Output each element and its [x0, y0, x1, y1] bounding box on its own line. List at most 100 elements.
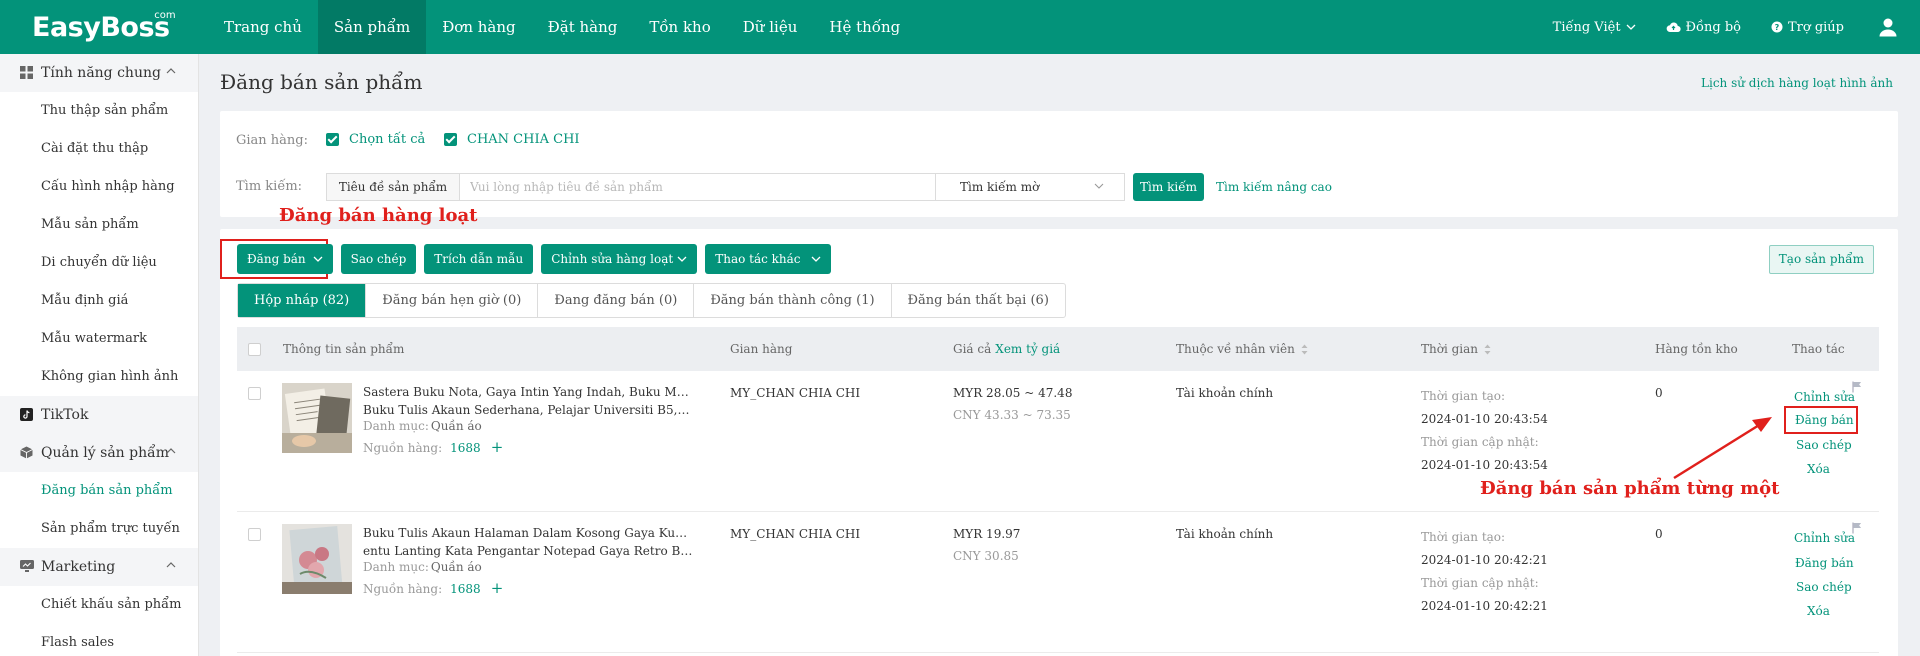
copy-link[interactable]: Sao chép: [1796, 580, 1852, 594]
created-time: 2024-01-10 20:42:21: [1421, 553, 1548, 567]
language-selector[interactable]: Tiếng Việt: [1553, 20, 1636, 35]
view-exchange-rate-link[interactable]: Xem tỷ giá: [995, 342, 1060, 356]
shop-name: MY_CHAN CHIA CHI: [730, 527, 861, 541]
sidebar-group-tiktok[interactable]: TikTok: [0, 396, 198, 434]
sidebar-item-flash-sales[interactable]: Flash sales: [0, 624, 198, 656]
product-title[interactable]: Sastera Buku Nota, Gaya Intin Yang Indah…: [363, 383, 693, 419]
sort-icon[interactable]: [1301, 344, 1308, 355]
advanced-search-link[interactable]: Tìm kiếm nâng cao: [1216, 173, 1332, 201]
filter-panel: Gian hàng: Chọn tất cả CHAN CHIA CHI Tìm…: [220, 111, 1898, 217]
add-source-icon[interactable]: +: [491, 438, 504, 456]
notebook-photo-icon: [282, 383, 352, 453]
nav-inventory[interactable]: Tồn kho: [633, 0, 726, 54]
source-link[interactable]: 1688: [450, 582, 481, 596]
notebook-photo-icon: [282, 524, 352, 594]
sidebar-item-product-discount[interactable]: Chiết khấu sản phẩm: [0, 586, 198, 624]
user-avatar-icon[interactable]: [1878, 17, 1898, 37]
top-navigation-bar: EasyBoss com Trang chủ Sản phẩm Đơn hàng …: [0, 0, 1920, 54]
search-button[interactable]: Tìm kiếm: [1133, 173, 1204, 201]
price-myr: MYR 28.05 ~ 47.48: [953, 386, 1073, 400]
other-actions-dropdown-button[interactable]: Thao tác khác: [705, 244, 831, 274]
add-source-icon[interactable]: +: [491, 579, 504, 597]
sidebar-group-general[interactable]: Tính năng chung: [0, 54, 198, 92]
copy-link[interactable]: Sao chép: [1796, 438, 1852, 452]
create-product-button[interactable]: Tạo sản phẩm: [1768, 245, 1874, 274]
tab-publishing[interactable]: Đang đăng bán (0): [537, 284, 693, 317]
sidebar-group-marketing[interactable]: Marketing: [0, 548, 198, 586]
annotation-bulk-publish: Đăng bán hàng loạt: [279, 205, 478, 226]
shop-checkbox[interactable]: CHAN CHIA CHI: [444, 132, 580, 147]
search-label: Tìm kiếm:: [236, 179, 303, 194]
column-header-price: Giá cả Xem tỷ giá: [953, 342, 1061, 356]
sidebar-item-online-products[interactable]: Sản phẩm trực tuyến: [0, 510, 198, 548]
logo[interactable]: EasyBoss com: [32, 10, 176, 43]
top-right-menu: Tiếng Việt Đồng bộ ? Trợ giúp: [1553, 0, 1920, 54]
chevron-up-icon: [166, 68, 176, 74]
marketing-icon: [20, 560, 34, 572]
search-input[interactable]: [460, 173, 936, 201]
nav-data[interactable]: Dữ liệu: [727, 0, 814, 54]
nav-products[interactable]: Sản phẩm: [317, 0, 427, 54]
copy-button[interactable]: Sao chép: [340, 244, 417, 274]
column-header-time: Thời gian: [1421, 342, 1491, 356]
select-all-rows-checkbox[interactable]: [248, 343, 261, 356]
sidebar-item-collect-products[interactable]: Thu thập sản phẩm: [0, 92, 198, 130]
nav-system[interactable]: Hệ thống: [813, 0, 916, 54]
bulk-edit-dropdown-button[interactable]: Chỉnh sửa hàng loạt: [541, 244, 698, 274]
chevron-down-icon: [1094, 183, 1104, 189]
tab-scheduled[interactable]: Đăng bán hẹn giờ (0): [365, 284, 537, 317]
sidebar-item-product-templates[interactable]: Mẫu sản phẩm: [0, 206, 198, 244]
publish-link[interactable]: Đăng bán: [1795, 556, 1854, 570]
sidebar-item-publish-products[interactable]: Đăng bán sản phẩm: [0, 472, 198, 510]
sidebar-item-collect-settings[interactable]: Cài đặt thu thập: [0, 130, 198, 168]
main-nav: Trang chủ Sản phẩm Đơn hàng Đặt hàng Tồn…: [208, 0, 916, 54]
sidebar-item-pricing-templates[interactable]: Mẫu định giá: [0, 282, 198, 320]
publish-dropdown-button[interactable]: Đăng bán: [237, 244, 333, 274]
sidebar-item-import-config[interactable]: Cấu hình nhập hàng: [0, 168, 198, 206]
nav-purchase[interactable]: Đặt hàng: [532, 0, 634, 54]
help-button[interactable]: ? Trợ giúp: [1771, 20, 1844, 35]
product-title[interactable]: Buku Tulis Akaun Halaman Dalam Kosong Ga…: [363, 524, 693, 560]
chevron-down-icon: [811, 256, 820, 262]
extract-template-button[interactable]: Trích dẫn mẫu: [424, 244, 534, 274]
chevron-down-icon: [677, 256, 687, 262]
edit-link[interactable]: Chỉnh sửa: [1794, 531, 1855, 545]
staff-owner: Tài khoản chính: [1176, 386, 1274, 400]
sidebar-group-product-management[interactable]: Quản lý sản phẩm: [0, 434, 198, 472]
edit-link[interactable]: Chỉnh sửa: [1794, 390, 1855, 404]
sidebar-item-watermark-templates[interactable]: Mẫu watermark: [0, 320, 198, 358]
shop-filter-label: Gian hàng:: [236, 133, 308, 148]
select-all-shops-checkbox[interactable]: Chọn tất cả: [326, 132, 425, 147]
toolbar: Đăng bán Sao chép Trích dẫn mẫu Chỉnh sử…: [237, 244, 839, 274]
sidebar-item-data-migration[interactable]: Di chuyển dữ liệu: [0, 244, 198, 282]
tab-published-failed[interactable]: Đăng bán thất bại (6): [890, 284, 1065, 317]
search-mode-select[interactable]: Tìm kiếm mờ: [936, 173, 1125, 201]
chevron-down-icon: [313, 256, 323, 262]
created-time-label: Thời gian tạo:: [1421, 389, 1506, 403]
sync-button[interactable]: Đồng bộ: [1666, 20, 1741, 35]
nav-orders[interactable]: Đơn hàng: [426, 0, 531, 54]
product-category: Danh mục: Quần áo: [363, 560, 482, 574]
image-translation-history-link[interactable]: Lịch sử dịch hàng loạt hình ảnh: [1701, 76, 1893, 90]
price-cny: CNY 43.33 ~ 73.35: [953, 408, 1071, 422]
svg-text:?: ?: [1775, 23, 1780, 32]
row-checkbox[interactable]: [248, 387, 261, 400]
publish-link[interactable]: Đăng bán: [1795, 413, 1854, 427]
delete-link[interactable]: Xóa: [1807, 462, 1830, 476]
sidebar: Tính năng chung Thu thập sản phẩm Cài đặ…: [0, 54, 199, 656]
tab-published-success[interactable]: Đăng bán thành công (1): [693, 284, 890, 317]
search-field-select[interactable]: Tiêu đề sản phẩm: [326, 173, 460, 201]
sort-icon[interactable]: [1484, 344, 1491, 355]
checkbox-checked-icon: [444, 133, 457, 146]
tab-drafts[interactable]: Hộp nháp (82): [238, 284, 366, 317]
created-time: 2024-01-10 20:43:54: [1421, 412, 1548, 426]
product-thumbnail[interactable]: [282, 383, 352, 453]
nav-home[interactable]: Trang chủ: [208, 0, 318, 54]
source-link[interactable]: 1688: [450, 441, 481, 455]
status-tabs: Hộp nháp (82) Đăng bán hẹn giờ (0) Đang …: [237, 283, 1066, 318]
cloud-upload-icon: [1666, 22, 1681, 33]
product-thumbnail[interactable]: [282, 524, 352, 594]
sidebar-item-image-space[interactable]: Không gian hình ảnh: [0, 358, 198, 396]
delete-link[interactable]: Xóa: [1807, 604, 1830, 618]
row-checkbox[interactable]: [248, 528, 261, 541]
